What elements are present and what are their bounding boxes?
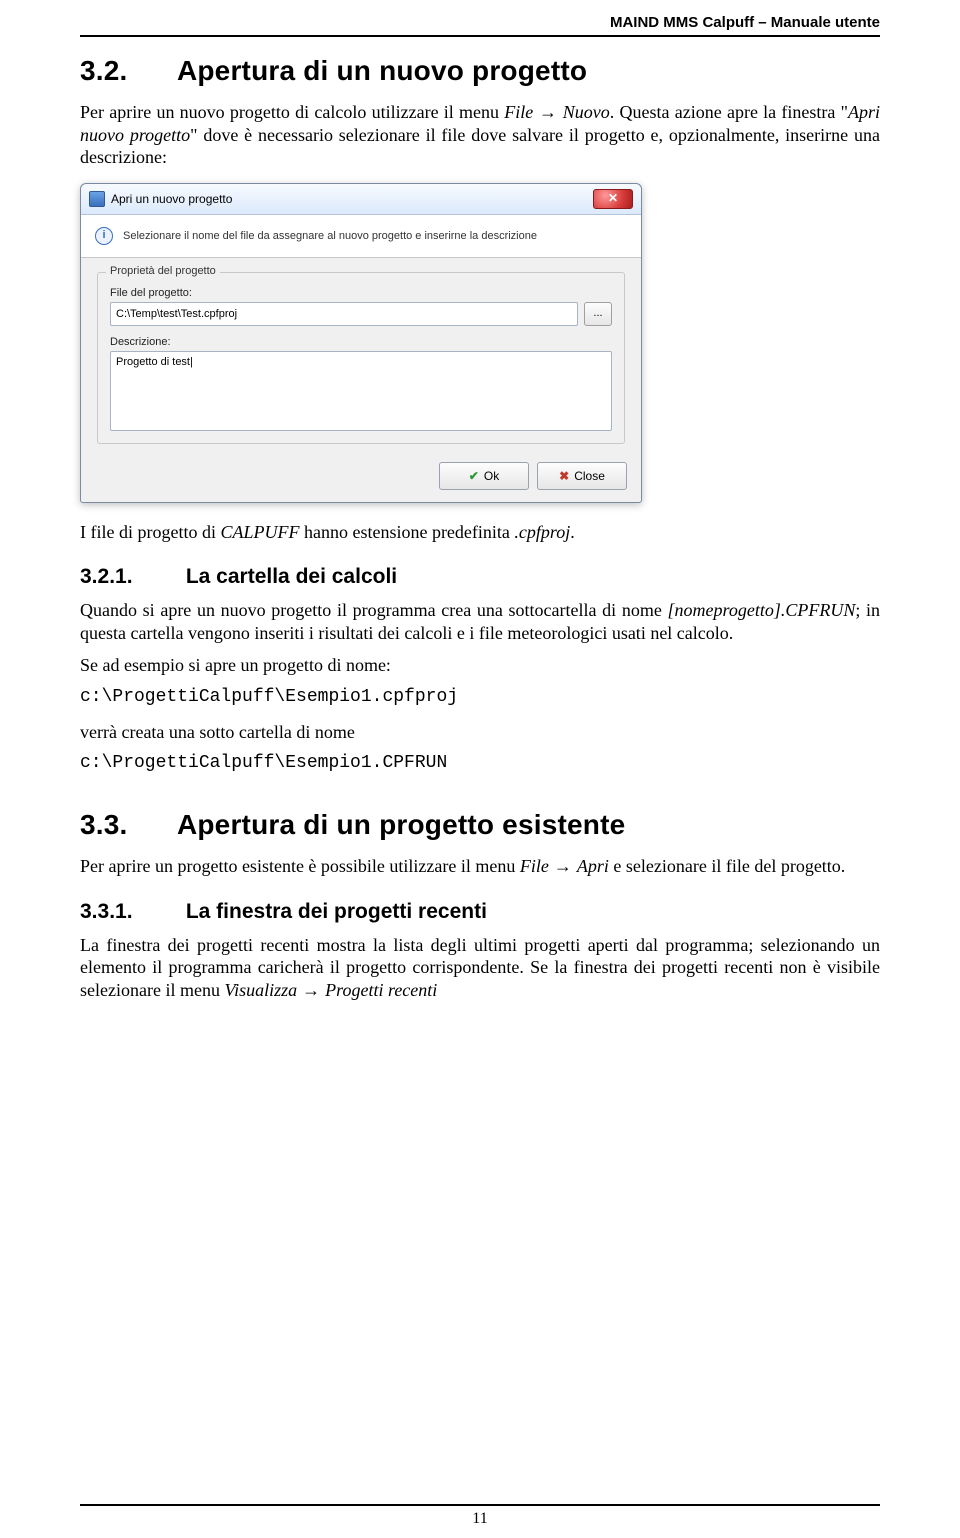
project-properties-group: Proprietà del progetto File del progetto… [97,272,625,444]
para-3-2-1-a: Quando si apre un nuovo progetto il prog… [80,599,880,644]
heading-3-2: 3.2. Apertura di un nuovo progetto [80,55,880,87]
para-3-2-intro: Per aprire un nuovo progetto di calcolo … [80,101,880,169]
footer-rule [80,1504,880,1506]
heading-num: 3.3. [80,809,170,841]
para-3-3-1: La finestra dei progetti recenti mostra … [80,934,880,1002]
dialog-title: Apri un nuovo progetto [111,192,232,206]
desc-label: Descrizione: [110,336,612,348]
browse-button[interactable]: ... [584,302,612,326]
page-number: 11 [80,1510,880,1528]
heading-3-2-1: 3.2.1. La cartella dei calcoli [80,565,880,589]
ok-label: Ok [484,469,499,483]
dialog-titlebar[interactable]: Apri un nuovo progetto ✕ [81,184,641,215]
new-project-dialog: Apri un nuovo progetto ✕ i Selezionare i… [80,183,642,503]
heading-num: 3.2. [80,55,170,87]
project-file-input[interactable]: C:\Temp\test\Test.cpfproj [110,302,578,326]
para-3-2-1-b: Se ad esempio si apre un progetto di nom… [80,654,880,677]
heading-text: Apertura di un progetto esistente [177,809,625,840]
code-path-2: c:\ProgettiCalpuff\Esempio1.CPFRUN [80,753,880,773]
dialog-figure: Apri un nuovo progetto ✕ i Selezionare i… [80,183,880,503]
para-3-3: Per aprire un progetto esistente è possi… [80,855,880,878]
doc-header: MAIND MMS Calpuff – Manuale utente [80,14,880,33]
heading-num: 3.3.1. [80,900,180,924]
group-legend: Proprietà del progetto [106,265,220,277]
header-rule [80,35,880,37]
heading-text: La finestra dei progetti recenti [186,900,487,923]
dialog-banner: i Selezionare il nome del file da assegn… [81,215,641,258]
para-3-2-after: I file di progetto di CALPUFF hanno este… [80,521,880,544]
para-3-2-1-c: verrà creata una sotto cartella di nome [80,721,880,744]
page: MAIND MMS Calpuff – Manuale utente 3.2. … [0,0,960,1538]
file-label: File del progetto: [110,287,612,299]
heading-3-3: 3.3. Apertura di un progetto esistente [80,809,880,841]
description-input[interactable]: Progetto di test| [110,351,612,431]
check-icon: ✔ [469,469,479,483]
heading-3-3-1: 3.3.1. La finestra dei progetti recenti [80,900,880,924]
close-label: Close [574,469,605,483]
page-footer: 11 [80,1504,880,1528]
dialog-banner-text: Selezionare il nome del file da assegnar… [123,230,537,242]
ok-button[interactable]: ✔ Ok [439,462,529,490]
code-path-1: c:\ProgettiCalpuff\Esempio1.cpfproj [80,687,880,707]
window-close-button[interactable]: ✕ [593,189,633,209]
heading-num: 3.2.1. [80,565,180,589]
close-icon: ✖ [559,469,569,483]
app-icon [89,191,105,207]
info-icon: i [95,227,113,245]
heading-text: La cartella dei calcoli [186,565,397,588]
heading-text: Apertura di un nuovo progetto [177,55,587,86]
close-button[interactable]: ✖ Close [537,462,627,490]
